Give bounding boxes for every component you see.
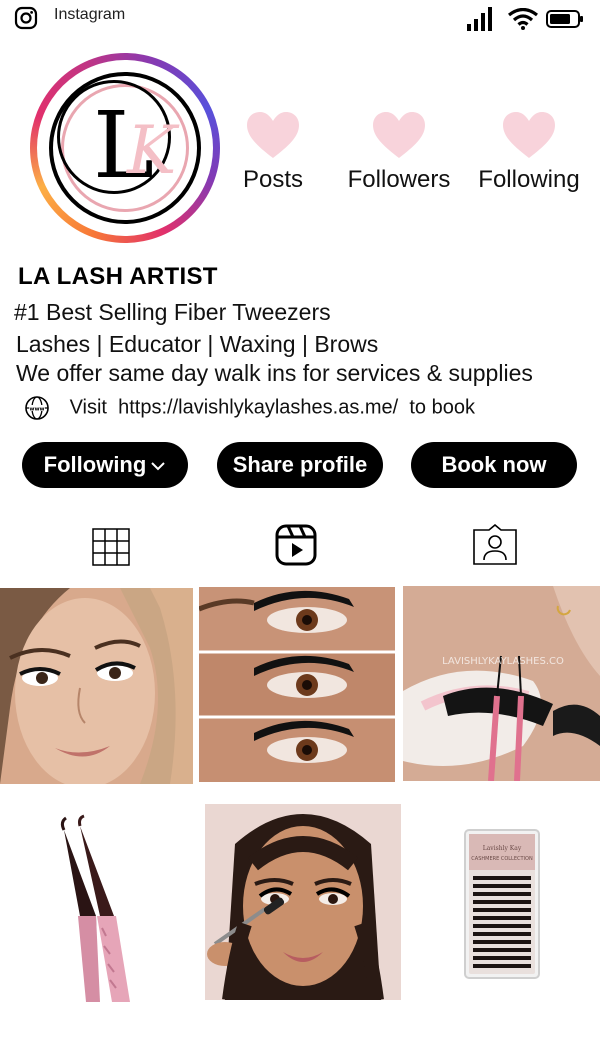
tray-sublabel: CASHMERE COLLECTION <box>471 856 533 862</box>
heart-icon <box>503 112 555 158</box>
post-thumbnail[interactable] <box>0 588 193 784</box>
post-thumbnail[interactable]: LAVISHLYKAYLASHES.CO <box>403 586 600 781</box>
bio-line: #1 Best Selling Fiber Tweezers <box>14 299 331 325</box>
book-now-button[interactable]: Book now <box>411 442 577 488</box>
bio-line: We offer same day walk ins for services … <box>16 360 533 386</box>
share-profile-button[interactable]: Share profile <box>217 442 383 488</box>
post-image-lash-tray: Lavishly Kay CASHMERE COLLECTION <box>464 829 540 979</box>
battery-icon <box>546 10 583 28</box>
profile-link[interactable]: https://lavishlykaylashes.as.me/ <box>118 396 398 418</box>
stat-posts[interactable]: Posts <box>208 112 338 194</box>
tagged-icon[interactable] <box>472 524 518 566</box>
chevron-down-icon <box>151 462 166 471</box>
avatar-logo-letter-k: K <box>127 112 177 189</box>
tray-label: Lavishly Kay <box>483 845 522 852</box>
profile-link-row: www Visit https://lavishlykaylashes.as.m… <box>24 395 475 421</box>
reels-icon[interactable] <box>275 524 317 566</box>
bio-line: Lashes | Educator | Waxing | Brows <box>16 331 379 357</box>
wifi-icon <box>508 8 538 30</box>
link-prefix: Visit <box>69 396 107 419</box>
profile-username: LA LASH ARTIST <box>18 263 218 290</box>
profile-avatar[interactable]: L K <box>30 53 220 243</box>
post-watermark: LAVISHLYKAYLASHES.CO <box>442 656 564 667</box>
status-app-name: Instagram <box>54 6 126 23</box>
globe-icon: www <box>25 396 49 420</box>
grid-icon[interactable] <box>92 528 130 566</box>
post-thumbnail[interactable] <box>205 804 401 1000</box>
status-bar: Instagram <box>0 0 600 36</box>
signal-icon <box>467 7 492 31</box>
stat-following-label: Following <box>478 166 580 193</box>
stat-followers-label: Followers <box>347 166 451 193</box>
svg-text:www: www <box>29 407 44 413</box>
post-image-model <box>205 804 401 1000</box>
stat-followers[interactable]: Followers <box>334 112 464 194</box>
stat-following[interactable]: Following <box>464 112 594 194</box>
heart-icon <box>373 112 425 158</box>
heart-icon <box>247 112 299 158</box>
instagram-icon <box>14 6 38 30</box>
post-image-lash-closeups <box>199 587 395 782</box>
post-image-tweezers <box>60 814 130 1002</box>
stat-posts-label: Posts <box>242 166 304 193</box>
post-thumbnail[interactable] <box>0 806 194 1004</box>
following-button[interactable]: Following <box>22 442 188 488</box>
post-thumbnail[interactable]: Lavishly Kay CASHMERE COLLECTION <box>410 806 600 1002</box>
post-image-lash-application: LAVISHLYKAYLASHES.CO <box>403 586 600 781</box>
following-button-label: Following <box>43 452 147 477</box>
link-suffix: to book <box>409 396 475 419</box>
post-image-portrait <box>0 588 193 784</box>
post-thumbnail[interactable] <box>199 587 395 782</box>
